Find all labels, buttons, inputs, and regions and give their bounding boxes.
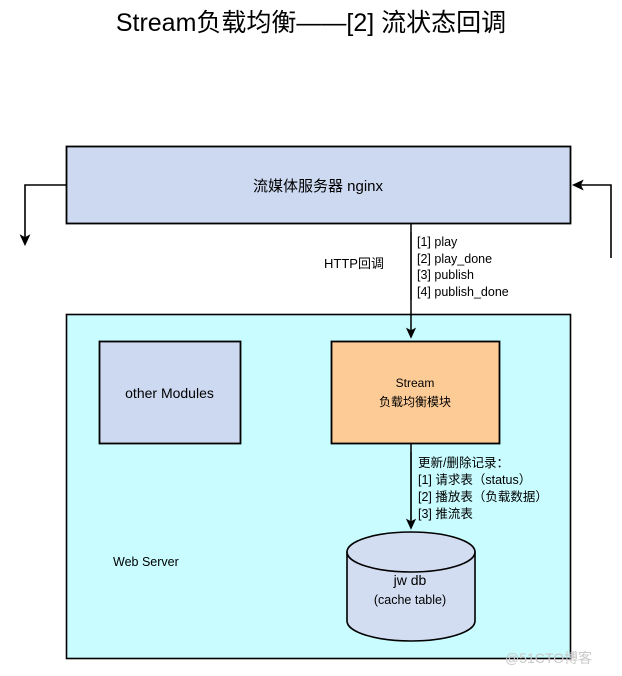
db-operations-item: [2] 播放表（负载数据） — [418, 490, 548, 504]
other-modules-box — [98, 340, 242, 445]
http-callback-edge-label: HTTP回调 — [324, 256, 384, 271]
db-operations-title: 更新/删除记录： — [418, 456, 509, 470]
nginx-box — [65, 145, 572, 225]
web-server-container-label: Web Server — [113, 555, 179, 569]
diagram-shapes — [19, 145, 612, 660]
connector-nginx-left-out — [19, 184, 66, 247]
db-operations-item: [3] 推流表 — [418, 507, 473, 521]
callback-item: [3] publish — [417, 268, 474, 282]
db-operations-item: [1] 请求表（status） — [418, 473, 532, 487]
diagram-canvas: Stream负载均衡——[2] 流状态回调 流媒体服务器 nginx other… — [0, 0, 622, 676]
callback-item: [1] play — [417, 235, 458, 249]
page-title: Stream负载均衡——[2] 流状态回调 — [115, 9, 507, 37]
stream-module-box — [330, 340, 501, 445]
db-operations-item-list: 更新/删除记录： [1] 请求表（status） [2] 播放表（负载数据） [… — [418, 455, 548, 523]
callback-item: [2] play_done — [417, 251, 493, 266]
callback-item: [4] publish_done — [417, 284, 509, 299]
watermark-label: @51CTO博客 — [505, 650, 593, 666]
http-callback-item-list: [1] play [2] play_done [3] publish [4] p… — [417, 234, 509, 300]
database-cylinder — [346, 531, 476, 642]
connector-nginx-right-in — [571, 179, 612, 258]
